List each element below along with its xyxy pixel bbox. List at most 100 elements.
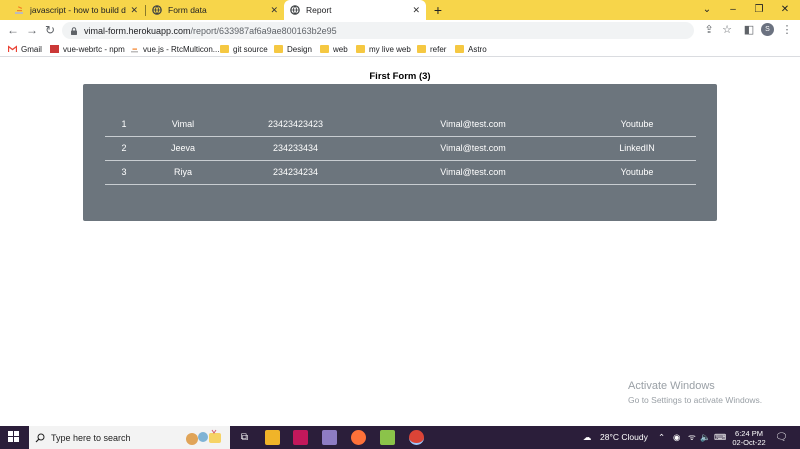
- cell-source: Youtube: [578, 112, 696, 137]
- table-row: 2 Jeeva 234233434 Vimal@test.com LinkedIN: [105, 136, 696, 161]
- close-icon[interactable]: ✕: [412, 5, 420, 16]
- cell-source: LinkedIN: [578, 136, 696, 161]
- close-window-icon[interactable]: ✕: [774, 0, 796, 20]
- cell-index: 1: [105, 112, 143, 137]
- firefox-icon[interactable]: [351, 430, 366, 445]
- bookmark-web[interactable]: web: [320, 43, 348, 55]
- reload-icon[interactable]: ↻: [42, 22, 58, 38]
- tab-label: javascript - how to build dynam: [30, 5, 126, 15]
- taskbar: Type here to search ⧉ ☁ 28°C Cloudy ⌃ ◉ …: [0, 426, 800, 449]
- cell-phone: 23423423423: [223, 112, 368, 137]
- tab-label: Report: [306, 5, 332, 15]
- bookmark-label: git source: [233, 44, 268, 54]
- url-path: /report/633987af6a9ae800163b2e95: [190, 25, 337, 36]
- minimize-icon[interactable]: –: [722, 0, 744, 20]
- bookmark-gmail[interactable]: Gmail: [7, 43, 42, 55]
- forward-icon[interactable]: →: [24, 22, 40, 38]
- table-row: 1 Vimal 23423423423 Vimal@test.com Youtube: [105, 112, 696, 137]
- stackoverflow-icon: [130, 45, 139, 53]
- weather-icon[interactable]: ☁: [583, 426, 592, 449]
- profile-avatar[interactable]: S: [761, 23, 774, 36]
- tray-expand-icon[interactable]: ⌃: [658, 426, 665, 449]
- bookmark-label: vue-webrtc - npm: [63, 44, 125, 54]
- bookmark-label: Design: [287, 44, 312, 54]
- cell-name: Riya: [143, 160, 223, 185]
- tab-strip: javascript - how to build dynam ✕ Form d…: [0, 0, 800, 20]
- cell-phone: 234233434: [223, 136, 368, 161]
- search-placeholder: Type here to search: [51, 432, 131, 443]
- windows-start-icon[interactable]: [8, 431, 20, 443]
- notifications-icon[interactable]: 🗨: [775, 426, 788, 449]
- new-tab-icon[interactable]: +: [431, 2, 445, 18]
- watermark-title: Activate Windows: [628, 380, 715, 392]
- back-icon[interactable]: ←: [5, 22, 21, 38]
- cell-index: 3: [105, 160, 143, 185]
- wifi-icon[interactable]: ᯤ: [688, 426, 696, 449]
- tab-search-icon[interactable]: ⌄: [696, 0, 718, 20]
- folder-icon: [274, 45, 283, 53]
- tab-form-data[interactable]: Form data ✕: [146, 0, 284, 20]
- cell-name: Vimal: [143, 112, 223, 137]
- bookmark-label: web: [333, 44, 348, 54]
- keyboard-icon[interactable]: ⌨: [714, 426, 726, 449]
- bookmark-label: refer: [430, 44, 447, 54]
- volume-icon[interactable]: 🔈: [700, 426, 711, 449]
- side-panel-icon[interactable]: ◧: [741, 22, 757, 38]
- cell-email: Vimal@test.com: [368, 136, 578, 161]
- lock-icon: [70, 26, 78, 35]
- bookmark-vue-webrtc[interactable]: vue-webrtc - npm: [50, 43, 125, 55]
- stackoverflow-icon: [14, 5, 24, 15]
- system-clock[interactable]: 6:24 PM 02-Oct-22: [731, 429, 767, 447]
- clock-time: 6:24 PM: [735, 429, 763, 438]
- report-table: 1 Vimal 23423423423 Vimal@test.com Youtube 2 J…: [105, 112, 696, 185]
- network-icon[interactable]: ◉: [673, 426, 680, 449]
- bookmark-design[interactable]: Design: [274, 43, 312, 55]
- page-title: First Form (3): [369, 71, 431, 82]
- weather-text[interactable]: 28°C Cloudy: [600, 426, 648, 449]
- restore-icon[interactable]: ❐: [748, 0, 770, 20]
- globe-icon: [290, 5, 300, 15]
- npm-icon: [50, 45, 59, 53]
- folder-icon: [220, 45, 229, 53]
- folder-icon: [320, 45, 329, 53]
- folder-icon: [455, 45, 464, 53]
- cell-source: Youtube: [578, 160, 696, 185]
- menu-icon[interactable]: ⋮: [779, 22, 795, 38]
- bookmark-vuejs-rtc[interactable]: vue.js - RtcMulticon...: [130, 43, 219, 55]
- watermark-subtitle: Go to Settings to activate Windows.: [628, 395, 763, 405]
- file-explorer-icon[interactable]: [265, 430, 280, 445]
- share-icon[interactable]: ⇪: [701, 22, 717, 38]
- address-bar[interactable]: vimal-form.herokuapp.com /report/633987a…: [62, 22, 694, 39]
- bookmark-label: Gmail: [21, 44, 42, 54]
- close-icon[interactable]: ✕: [130, 5, 138, 16]
- photos-icon[interactable]: [322, 430, 337, 445]
- cell-email: Vimal@test.com: [368, 112, 578, 137]
- bookmark-refer[interactable]: refer: [417, 43, 446, 55]
- browser-toolbar: ← → ↻ vimal-form.herokuapp.com /report/6…: [0, 20, 800, 41]
- bookmarks-bar: Gmail vue-webrtc - npm vue.js - RtcMulti…: [0, 41, 800, 57]
- bookmark-astro[interactable]: Astro: [455, 43, 487, 55]
- search-highlight-icon: [183, 428, 227, 449]
- clock-date: 02-Oct-22: [732, 438, 766, 447]
- cell-phone: 234234234: [223, 160, 368, 185]
- bookmark-star-icon[interactable]: ☆: [719, 22, 735, 38]
- table-row: 3 Riya 234234234 Vimal@test.com Youtube: [105, 160, 696, 185]
- bookmark-label: my live web: [369, 44, 411, 54]
- cell-index: 2: [105, 136, 143, 161]
- cell-name: Jeeva: [143, 136, 223, 161]
- globe-icon: [152, 5, 162, 15]
- bookmark-label: Astro: [468, 44, 487, 54]
- notepad-icon[interactable]: [380, 430, 395, 445]
- tab-javascript[interactable]: javascript - how to build dynam ✕: [8, 0, 144, 20]
- close-icon[interactable]: ✕: [270, 5, 278, 16]
- task-view-icon[interactable]: ⧉: [237, 430, 252, 445]
- bookmark-git-source[interactable]: git source: [220, 43, 268, 55]
- bookmark-my-live-web[interactable]: my live web: [356, 43, 411, 55]
- chrome-icon[interactable]: [409, 430, 424, 445]
- cell-email: Vimal@test.com: [368, 160, 578, 185]
- folder-icon: [417, 45, 426, 53]
- folder-icon: [356, 45, 365, 53]
- tab-report[interactable]: Report ✕: [284, 0, 426, 20]
- app-icon[interactable]: [293, 430, 308, 445]
- taskbar-search[interactable]: Type here to search: [29, 426, 230, 449]
